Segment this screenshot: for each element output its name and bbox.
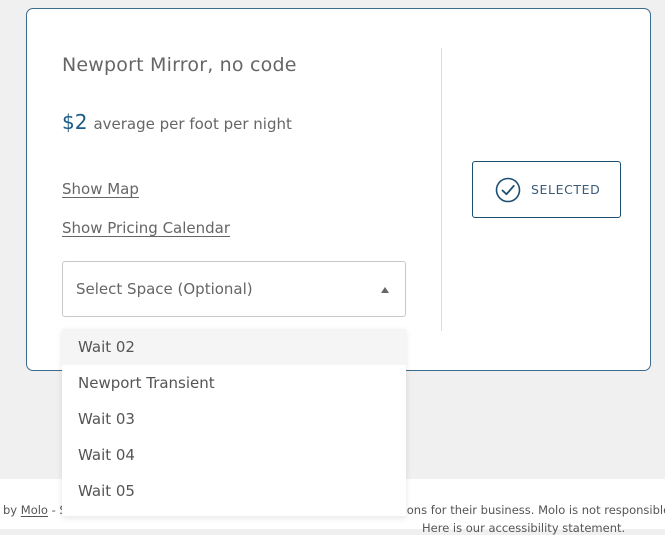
space-select[interactable]: Select Space (Optional) (62, 261, 406, 317)
space-dropdown-menu: Wait 02 Newport Transient Wait 03 Wait 0… (62, 329, 406, 516)
caret-up-icon (381, 287, 389, 293)
price-suffix: average per foot per night (93, 115, 292, 133)
footer-prefix: by (3, 503, 21, 517)
dropdown-option[interactable]: Newport Transient (62, 365, 406, 401)
footer-text-left: by Molo - S (3, 503, 67, 517)
dropdown-option[interactable]: Wait 05 (62, 473, 406, 509)
show-map-link[interactable]: Show Map (62, 180, 139, 198)
footer-text-right: ations for their business. Molo is not r… (392, 503, 665, 517)
dropdown-option[interactable]: Wait 03 (62, 401, 406, 437)
selected-label: SELECTED (531, 182, 601, 197)
space-select-placeholder: Select Space (Optional) (76, 280, 253, 298)
check-circle-icon (495, 177, 521, 203)
selected-button[interactable]: SELECTED (472, 161, 621, 218)
card-divider (441, 48, 442, 331)
listing-title: Newport Mirror, no code (62, 54, 297, 76)
footer-accessibility-text[interactable]: Here is our accessibility statement. (422, 521, 625, 535)
price-value: $2 (62, 110, 88, 134)
dropdown-option[interactable]: Wait 04 (62, 437, 406, 473)
dropdown-option[interactable]: Wait 02 (62, 329, 406, 365)
show-pricing-calendar-link[interactable]: Show Pricing Calendar (62, 219, 230, 237)
footer-molo-link[interactable]: Molo (21, 503, 48, 517)
price-line: $2 average per foot per night (62, 110, 292, 134)
